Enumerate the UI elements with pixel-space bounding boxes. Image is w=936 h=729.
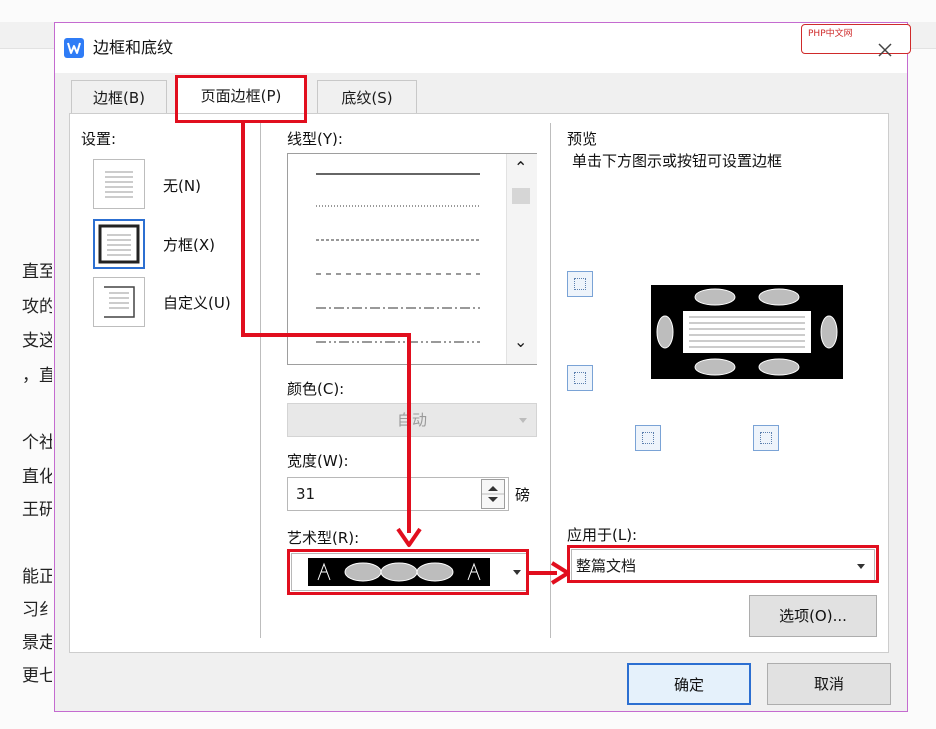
arrow-down-icon bbox=[396, 527, 422, 547]
width-stepper[interactable] bbox=[481, 479, 505, 509]
highlight-box-tab bbox=[175, 75, 307, 123]
doc-text-line: 支这 bbox=[22, 331, 52, 351]
setting-custom-label[interactable]: 自定义(U) bbox=[163, 293, 231, 313]
cancel-button[interactable]: 取消 bbox=[767, 663, 891, 705]
bottom-border-toggle[interactable] bbox=[567, 365, 593, 391]
settings-heading: 设置: bbox=[81, 130, 117, 148]
dialog-title: 边框和底纹 bbox=[93, 38, 174, 57]
preview-heading: 预览 bbox=[567, 130, 598, 148]
width-label: 宽度(W): bbox=[287, 452, 349, 470]
preview-hint: 单击下方图示或按钮可设置边框 bbox=[572, 152, 783, 170]
annotation-arrow-segment bbox=[241, 122, 245, 335]
setting-box-label[interactable]: 方框(X) bbox=[163, 235, 215, 255]
color-value: 自动 bbox=[396, 411, 427, 429]
left-border-toggle[interactable] bbox=[635, 425, 661, 451]
doc-text-line: 能正 bbox=[22, 567, 52, 587]
options-button[interactable]: 选项(O)... bbox=[749, 595, 877, 637]
color-dropdown[interactable]: 自动 bbox=[287, 403, 537, 437]
page-border-preview[interactable] bbox=[651, 285, 843, 379]
art-label: 艺术型(R): bbox=[287, 529, 360, 547]
ok-button[interactable]: 确定 bbox=[627, 663, 751, 705]
title-bar: 边框和底纹 PHP中文网 bbox=[55, 23, 911, 73]
arrow-right-icon bbox=[550, 561, 570, 585]
right-border-toggle[interactable] bbox=[753, 425, 779, 451]
doc-text-line: ，直 bbox=[22, 366, 52, 386]
annotation-arrow-segment bbox=[407, 333, 411, 533]
setting-custom-icon[interactable] bbox=[93, 277, 145, 327]
color-label: 颜色(C): bbox=[287, 380, 345, 398]
width-unit: 磅 bbox=[515, 486, 531, 504]
borders-shading-dialog: 边框和底纹 PHP中文网 边框(B) 页面边框(P) 底纹(S) 设置: 无(N… bbox=[54, 22, 911, 712]
setting-none-icon[interactable] bbox=[93, 159, 145, 209]
chevron-down-icon bbox=[519, 418, 527, 423]
doc-text-line: 个社 bbox=[22, 433, 52, 453]
highlight-box-apply bbox=[567, 545, 879, 583]
annotation-arrow-segment bbox=[241, 333, 409, 337]
scroll-down-icon[interactable]: ⌄ bbox=[514, 334, 527, 350]
doc-text-line: 更七 bbox=[22, 666, 52, 686]
stepper-arrows-icon bbox=[482, 486, 504, 502]
setting-none-label[interactable]: 无(N) bbox=[163, 176, 201, 196]
tab-borders[interactable]: 边框(B) bbox=[71, 80, 167, 114]
doc-text-line: 景走 bbox=[22, 633, 52, 653]
highlight-box-art bbox=[287, 549, 529, 595]
doc-text-line: 攻的 bbox=[22, 297, 52, 317]
column-divider bbox=[260, 123, 261, 638]
wps-app-icon bbox=[64, 38, 84, 58]
top-border-toggle[interactable] bbox=[567, 271, 593, 297]
doc-text-line: 直至 bbox=[22, 262, 52, 282]
line-style-scrollbar[interactable]: ⌃ ⌄ bbox=[506, 154, 537, 364]
close-icon bbox=[878, 43, 892, 57]
width-value: 31 bbox=[296, 485, 316, 503]
scroll-thumb[interactable] bbox=[512, 188, 530, 204]
width-input[interactable]: 31 bbox=[287, 477, 509, 511]
doc-text-line: 习纟 bbox=[22, 600, 52, 620]
apply-to-label: 应用于(L): bbox=[567, 526, 638, 544]
close-button[interactable] bbox=[867, 35, 903, 65]
scroll-up-icon[interactable]: ⌃ bbox=[514, 160, 527, 176]
doc-text-line: 王研 bbox=[22, 500, 52, 520]
doc-text-line: 直化 bbox=[22, 467, 52, 487]
tab-shading[interactable]: 底纹(S) bbox=[317, 80, 417, 114]
setting-box-icon[interactable] bbox=[93, 219, 145, 269]
line-style-label: 线型(Y): bbox=[287, 130, 343, 148]
